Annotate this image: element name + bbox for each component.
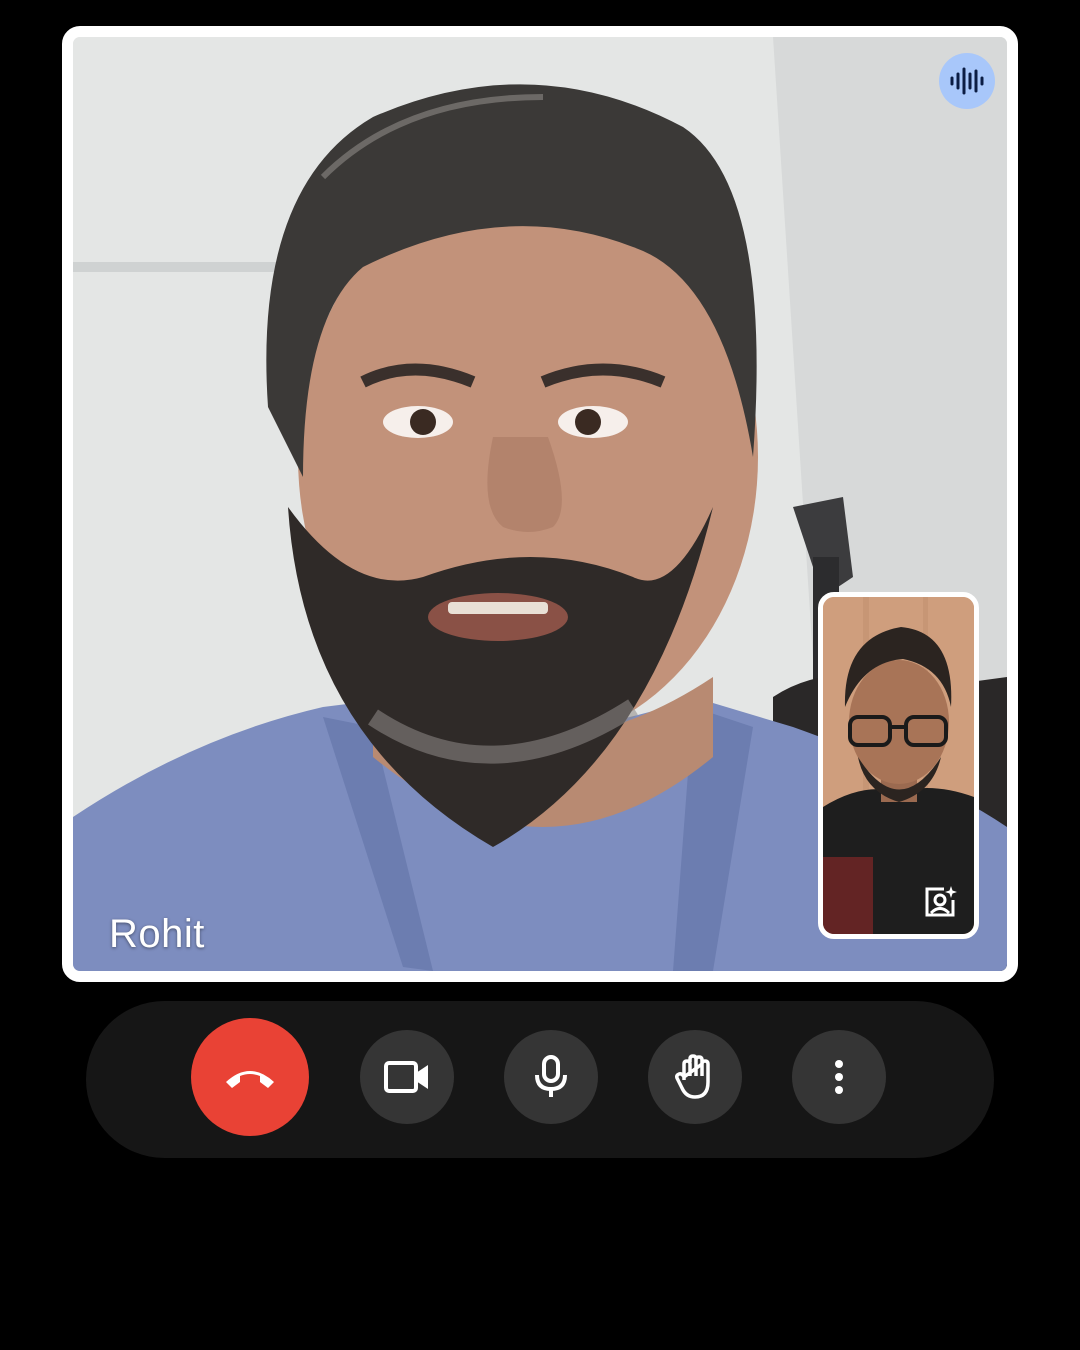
- speaking-indicator: [939, 53, 995, 109]
- call-controls-bar: [86, 1001, 994, 1158]
- microphone-toggle-button[interactable]: [504, 1030, 598, 1124]
- hand-icon: [675, 1054, 710, 1099]
- videocam-icon: [384, 1061, 428, 1093]
- self-view-tile[interactable]: [818, 592, 979, 939]
- more-vert-icon: [835, 1060, 843, 1094]
- raise-hand-button[interactable]: [648, 1030, 742, 1124]
- effects-button[interactable]: [918, 880, 962, 924]
- phone-hangup-icon: [226, 1071, 274, 1088]
- end-call-button[interactable]: [191, 1018, 309, 1136]
- more-options-button[interactable]: [792, 1030, 886, 1124]
- video-call-screen: Rohit: [0, 0, 1080, 1350]
- audio-wave-icon: [950, 67, 984, 95]
- portrait-sparkle-icon: [925, 886, 957, 917]
- mic-icon: [535, 1055, 567, 1097]
- participant-name: Rohit: [109, 912, 205, 956]
- camera-toggle-button[interactable]: [360, 1030, 454, 1124]
